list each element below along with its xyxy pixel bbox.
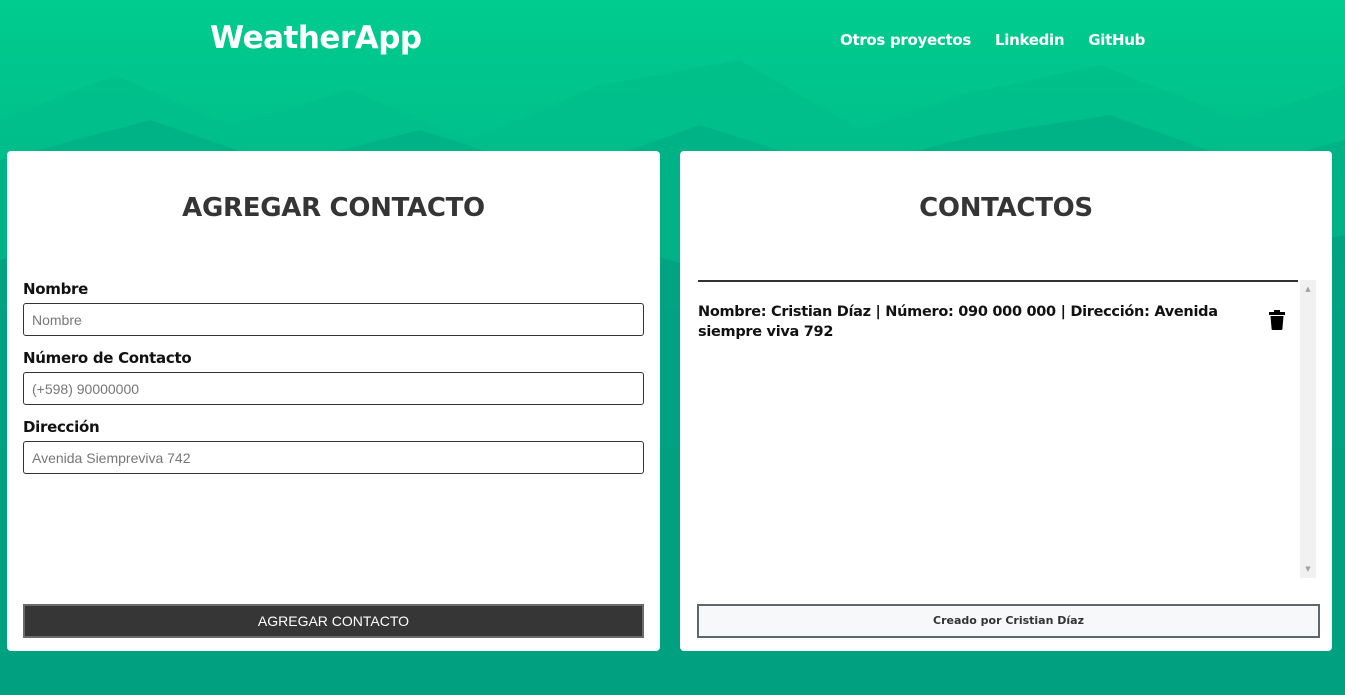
nav-link-github[interactable]: GitHub xyxy=(1088,31,1145,49)
nav-link-linkedin[interactable]: Linkedin xyxy=(995,31,1065,49)
contacts-list: Nombre: Cristian Díaz | Número: 090 000 … xyxy=(698,282,1298,578)
name-label: Nombre xyxy=(23,280,88,298)
top-header: WeatherApp Otros proyectos Linkedin GitH… xyxy=(0,0,1345,80)
add-contact-button[interactable]: AGREGAR CONTACTO xyxy=(23,604,644,638)
scroll-down-arrow-icon[interactable]: ▼ xyxy=(1300,562,1316,576)
phone-input[interactable] xyxy=(23,372,644,405)
address-label: Dirección xyxy=(23,418,100,436)
contact-item: Nombre: Cristian Díaz | Número: 090 000 … xyxy=(698,302,1298,342)
app-logo[interactable]: WeatherApp xyxy=(210,20,422,56)
add-contact-panel: AGREGAR CONTACTO Nombre Número de Contac… xyxy=(7,151,660,651)
contacts-list-container[interactable]: Nombre: Cristian Díaz | Número: 090 000 … xyxy=(698,280,1316,578)
list-scrollbar[interactable]: ▲ ▼ xyxy=(1300,280,1316,578)
top-nav: Otros proyectos Linkedin GitHub xyxy=(840,31,1145,49)
phone-label: Número de Contacto xyxy=(23,349,192,367)
name-input[interactable] xyxy=(23,303,644,336)
contact-item-text: Nombre: Cristian Díaz | Número: 090 000 … xyxy=(698,304,1218,340)
trash-icon xyxy=(1269,310,1285,330)
contacts-title: CONTACTOS xyxy=(919,193,1093,223)
contacts-panel: CONTACTOS Nombre: Cristian Díaz | Número… xyxy=(680,151,1332,651)
credits-footer: Creado por Cristian Díaz xyxy=(697,604,1320,638)
nav-link-otros-proyectos[interactable]: Otros proyectos xyxy=(840,31,971,49)
scroll-up-arrow-icon[interactable]: ▲ xyxy=(1300,282,1316,296)
add-contact-title: AGREGAR CONTACTO xyxy=(182,193,485,223)
address-input[interactable] xyxy=(23,441,644,474)
delete-contact-button[interactable] xyxy=(1268,310,1286,330)
